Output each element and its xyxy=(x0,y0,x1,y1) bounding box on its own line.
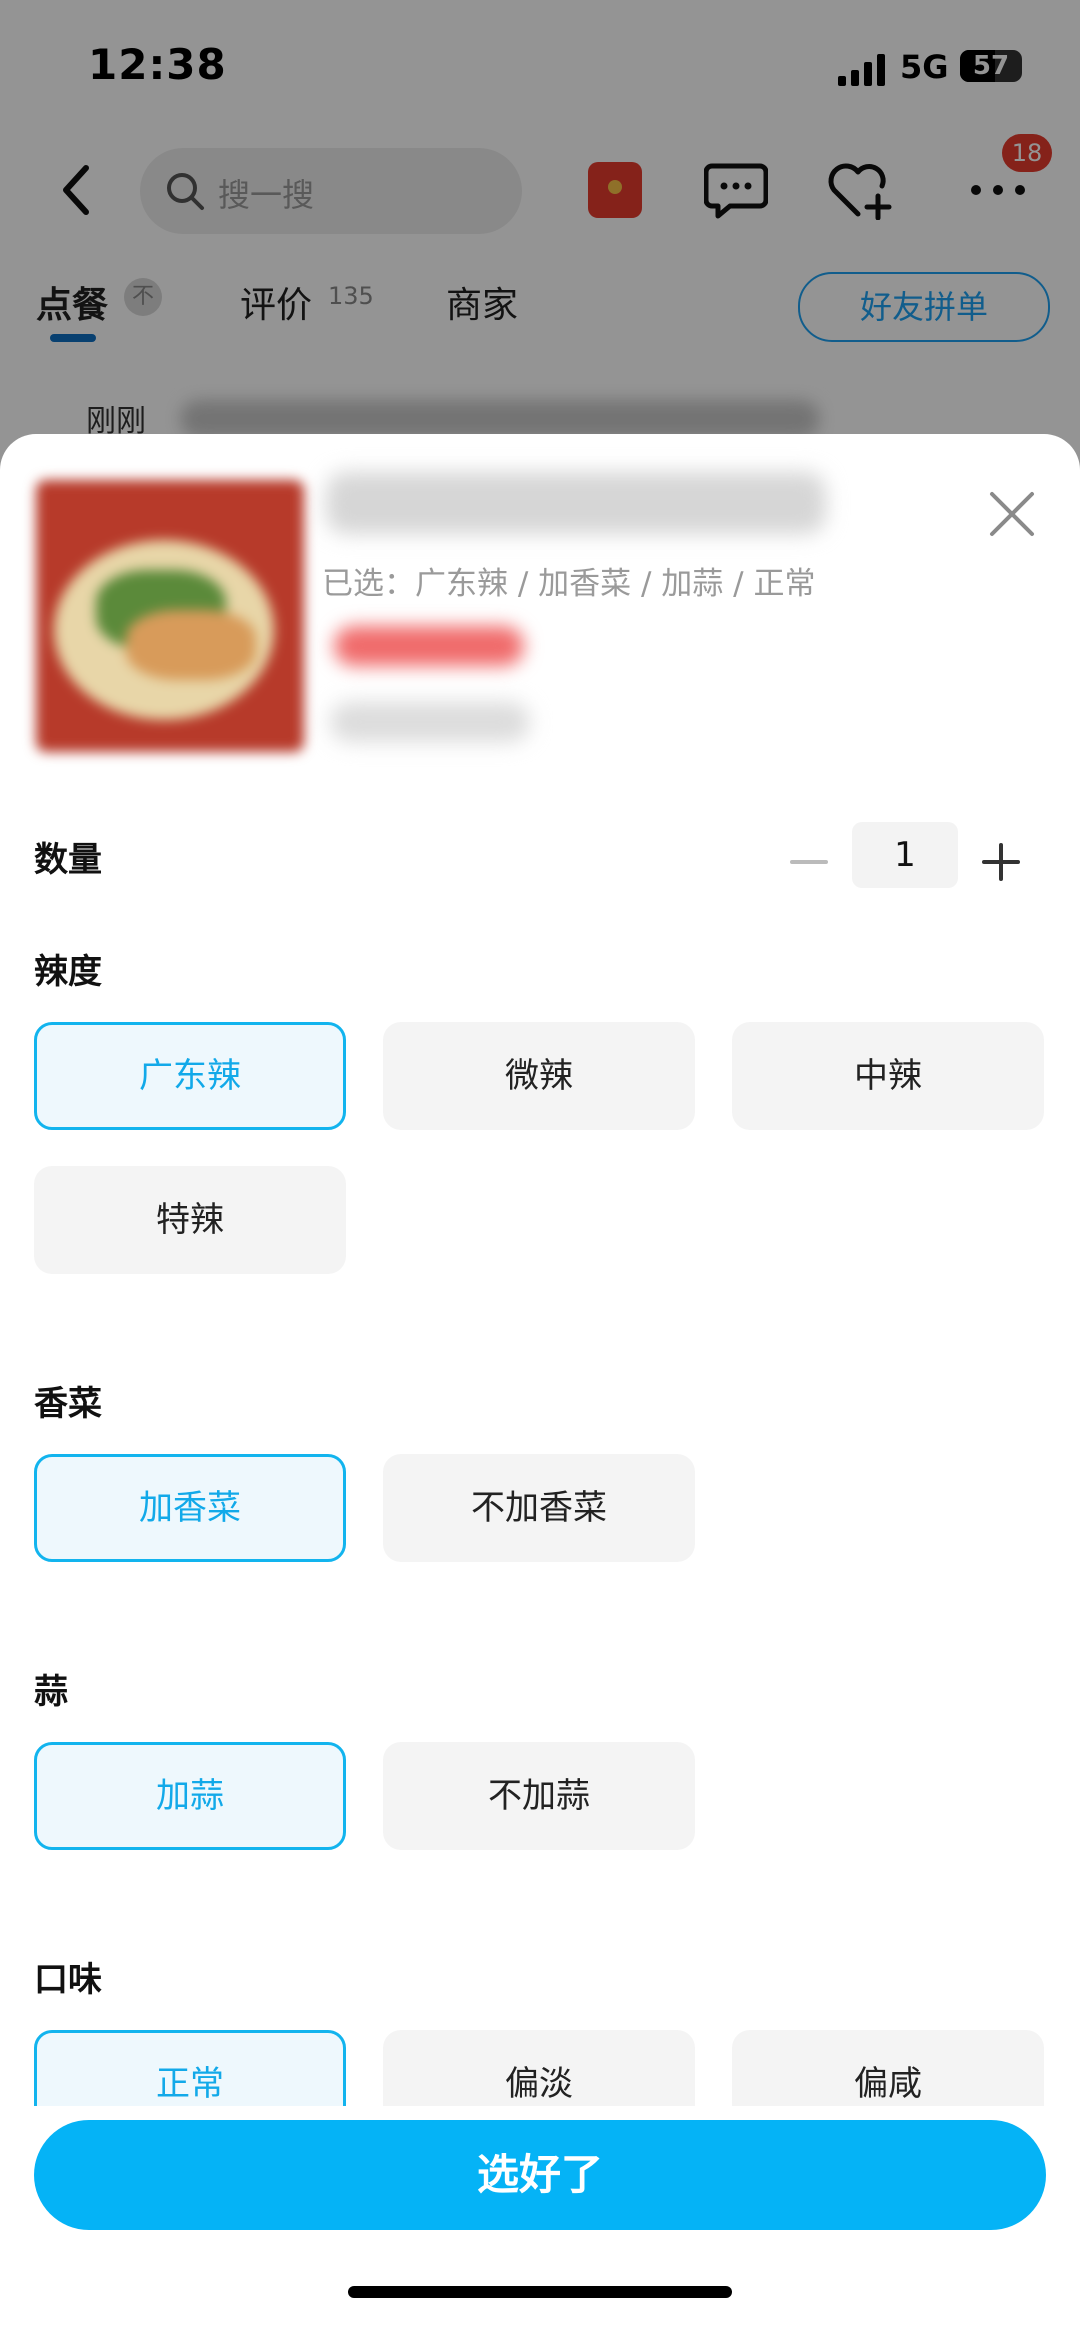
dish-name-blurred xyxy=(326,472,826,534)
garlic-label: 蒜 xyxy=(34,1672,68,1712)
selected-summary: 已选：广东辣 / 加香菜 / 加蒜 / 正常 xyxy=(322,566,816,602)
quantity-value[interactable]: 1 xyxy=(852,822,958,888)
spice-option-medium[interactable]: 中辣 xyxy=(732,1022,1044,1130)
dish-meta-blurred xyxy=(330,702,530,742)
price-blurred xyxy=(334,626,524,666)
decrease-quantity-icon[interactable] xyxy=(786,832,832,892)
coriander-option-none[interactable]: 不加香菜 xyxy=(383,1454,695,1562)
garlic-option-add[interactable]: 加蒜 xyxy=(34,1742,346,1850)
confirm-button[interactable]: 选好了 xyxy=(34,2120,1046,2230)
increase-quantity-icon[interactable] xyxy=(978,832,1024,892)
flavor-label: 口味 xyxy=(34,1960,102,2000)
spec-selection-sheet: 已选：广东辣 / 加香菜 / 加蒜 / 正常 数量 1 辣度 广东辣 微辣 中辣… xyxy=(0,434,1080,2337)
home-indicator xyxy=(348,2286,732,2298)
coriander-label: 香菜 xyxy=(34,1384,102,1424)
close-icon[interactable] xyxy=(988,490,1036,538)
spice-option-extra-hot[interactable]: 特辣 xyxy=(34,1166,346,1274)
coriander-option-add[interactable]: 加香菜 xyxy=(34,1454,346,1562)
dish-image xyxy=(36,480,304,752)
spice-option-mild[interactable]: 微辣 xyxy=(383,1022,695,1130)
garlic-option-none[interactable]: 不加蒜 xyxy=(383,1742,695,1850)
spice-option-guangdong[interactable]: 广东辣 xyxy=(34,1022,346,1130)
quantity-label: 数量 xyxy=(34,840,102,880)
spice-label: 辣度 xyxy=(34,952,102,992)
app-screen: 12:38 5G 57 搜一搜 18 点餐 不 评价 135 商家 好友拼单 刚… xyxy=(0,0,1080,2337)
